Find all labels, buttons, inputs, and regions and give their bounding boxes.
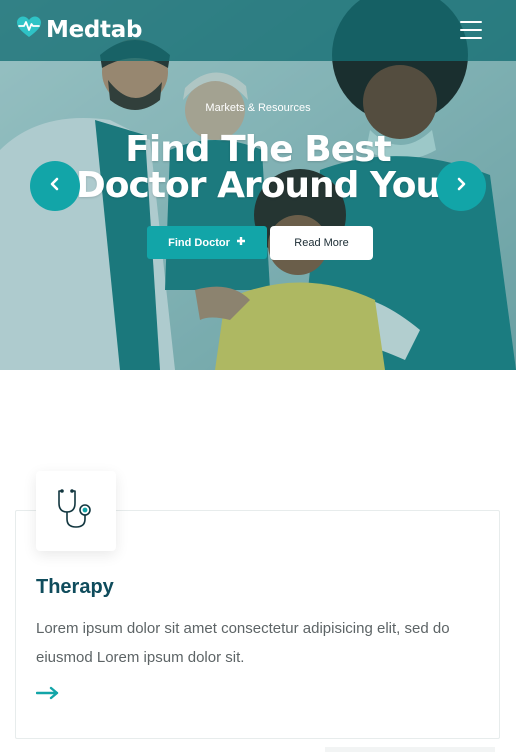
chevron-right-icon xyxy=(454,177,468,196)
read-more-button[interactable]: Read More xyxy=(270,226,373,260)
service-title: Therapy xyxy=(36,576,114,598)
hamburger-menu-button[interactable] xyxy=(460,19,484,41)
hero-slider: Medtab Markets & Resources Find The Best… xyxy=(0,0,516,370)
read-more-label: Read More xyxy=(294,237,349,249)
slider-next-button[interactable] xyxy=(436,161,486,211)
menu-line xyxy=(460,29,482,31)
header-bar: Medtab xyxy=(0,0,516,61)
next-card-edge xyxy=(325,747,495,752)
stethoscope-icon xyxy=(52,485,100,538)
service-link[interactable] xyxy=(35,686,60,705)
hero-headline-line1: Find The Best xyxy=(125,129,392,170)
hero-kicker: Markets & Resources xyxy=(205,102,311,114)
brand-logo[interactable]: Medtab xyxy=(16,15,142,44)
service-description: Lorem ipsum dolor sit amet consectetur a… xyxy=(36,620,450,666)
heart-pulse-icon xyxy=(16,15,42,44)
find-doctor-label: Find Doctor xyxy=(168,236,230,249)
service-icon-box xyxy=(36,471,116,551)
find-doctor-button[interactable]: Find Doctor xyxy=(147,226,267,259)
menu-line xyxy=(460,37,482,39)
plus-icon xyxy=(236,236,246,249)
brand-name: Medtab xyxy=(46,16,143,43)
chevron-left-icon xyxy=(48,177,62,196)
menu-line xyxy=(460,21,482,23)
arrow-right-icon xyxy=(35,686,60,704)
slider-prev-button[interactable] xyxy=(30,161,80,211)
